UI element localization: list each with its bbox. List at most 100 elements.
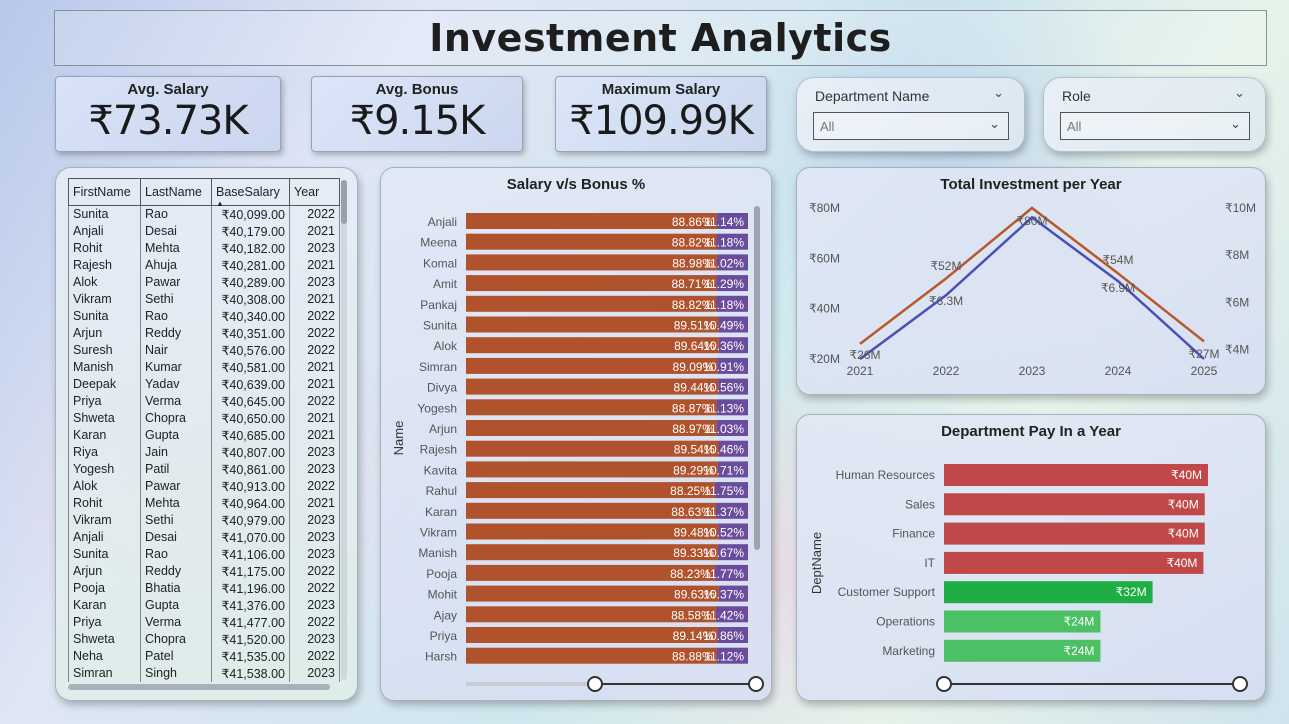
role-dropdown-value: All: [1067, 119, 1082, 134]
cell-lastname: Sethi: [140, 511, 212, 529]
column-header-firstname[interactable]: FirstName: [68, 178, 141, 206]
zoom-slider-handle-start[interactable]: [936, 676, 952, 692]
series-line-left[interactable]: [859, 206, 1205, 345]
cell-lastname: Desai: [140, 222, 212, 240]
column-header-basesalary[interactable]: BaseSalary ▲: [211, 178, 290, 208]
cell-year: 2023: [289, 545, 340, 563]
horizontal-scrollbar[interactable]: [68, 684, 330, 690]
avg-bonus-card[interactable]: Avg. Bonus ₹9.15K: [311, 76, 523, 152]
bonus-data-label: 11.42%: [704, 608, 744, 622]
cell-basesalary: ₹40,099.00: [211, 205, 290, 223]
table-row[interactable]: Priya Verma ₹40,645.00 2022: [68, 392, 340, 410]
table-row[interactable]: Shweta Chopra ₹40,650.00 2021: [68, 409, 340, 427]
table-row[interactable]: Shweta Chopra ₹41,520.00 2023: [68, 630, 340, 648]
table-row[interactable]: Simran Singh ₹41,538.00 2023: [68, 664, 340, 682]
table-row[interactable]: Alok Pawar ₹40,913.00 2022: [68, 477, 340, 495]
cell-firstname: Rohit: [68, 494, 141, 512]
cell-year: 2023: [289, 239, 340, 257]
column-header-lastname[interactable]: LastName: [140, 178, 212, 206]
department-bar[interactable]: [944, 493, 1205, 516]
department-data-label: ₹32M: [1116, 585, 1147, 599]
table-row[interactable]: Suresh Nair ₹40,576.00 2022: [68, 341, 340, 359]
zoom-slider-handle-start[interactable]: [587, 676, 603, 692]
table-row[interactable]: Alok Pawar ₹40,289.00 2023: [68, 273, 340, 291]
y-tick-label: Mohit: [428, 588, 458, 602]
table-row[interactable]: Karan Gupta ₹41,376.00 2023: [68, 596, 340, 614]
bonus-data-label: 11.14%: [704, 215, 744, 229]
cell-year: 2021: [289, 290, 340, 308]
table-row[interactable]: Pooja Bhatia ₹41,196.00 2022: [68, 579, 340, 597]
cell-year: 2021: [289, 494, 340, 512]
table-row[interactable]: Sunita Rao ₹40,340.00 2022: [68, 307, 340, 325]
cell-firstname: Riya: [68, 443, 141, 461]
cell-lastname: Chopra: [140, 630, 212, 648]
table-row[interactable]: Priya Verma ₹41,477.00 2022: [68, 613, 340, 631]
cell-year: 2022: [289, 579, 340, 597]
cell-year: 2021: [289, 426, 340, 444]
chevron-down-icon: ⌄: [1230, 117, 1241, 132]
table-row[interactable]: Vikram Sethi ₹40,308.00 2021: [68, 290, 340, 308]
table-row[interactable]: Rajesh Ahuja ₹40,281.00 2021: [68, 256, 340, 274]
cell-basesalary: ₹41,175.00: [211, 562, 290, 580]
bonus-data-label: 11.12%: [704, 650, 744, 664]
cell-lastname: Gupta: [140, 426, 212, 444]
role-dropdown[interactable]: All ⌄: [1060, 112, 1250, 140]
table-row[interactable]: Sunita Rao ₹40,099.00 2022: [68, 205, 340, 223]
table-row[interactable]: Deepak Yadav ₹40,639.00 2021: [68, 375, 340, 393]
y-left-tick-label: ₹60M: [809, 251, 840, 265]
vertical-scrollbar[interactable]: [341, 180, 347, 224]
table-row[interactable]: Riya Jain ₹40,807.00 2023: [68, 443, 340, 461]
table-row[interactable]: Karan Gupta ₹40,685.00 2021: [68, 426, 340, 444]
table-row[interactable]: Yogesh Patil ₹40,861.00 2023: [68, 460, 340, 478]
table-row[interactable]: Arjun Reddy ₹40,351.00 2022: [68, 324, 340, 342]
cell-lastname: Verma: [140, 392, 212, 410]
bonus-data-label: 11.03%: [704, 422, 744, 436]
cell-lastname: Jain: [140, 443, 212, 461]
avg-salary-card[interactable]: Avg. Salary ₹73.73K: [55, 76, 281, 152]
table-row[interactable]: Manish Kumar ₹40,581.00 2021: [68, 358, 340, 376]
bonus-data-label: 11.75%: [704, 484, 744, 498]
cell-basesalary: ₹40,179.00: [211, 222, 290, 240]
table-row[interactable]: Sunita Rao ₹41,106.00 2023: [68, 545, 340, 563]
chevron-down-icon[interactable]: ⌄: [1234, 86, 1245, 101]
sort-ascending-icon: ▲: [216, 199, 224, 208]
cell-lastname: Pawar: [140, 477, 212, 495]
department-bar[interactable]: [944, 464, 1208, 486]
y-right-tick-label: ₹8M: [1225, 248, 1249, 262]
y-tick-label: Ajay: [434, 608, 457, 622]
y-tick-label: Rahul: [426, 484, 457, 498]
cell-lastname: Rao: [140, 545, 212, 563]
table-row[interactable]: Arjun Reddy ₹41,175.00 2022: [68, 562, 340, 580]
chart-vertical-scrollbar[interactable]: [754, 206, 760, 550]
department-slicer-title: Department Name: [815, 88, 930, 104]
department-dropdown[interactable]: All ⌄: [813, 112, 1009, 140]
department-slicer[interactable]: Department Name ⌄ All ⌄: [796, 77, 1025, 152]
bonus-data-label: 10.91%: [703, 360, 744, 374]
column-header-year[interactable]: Year: [289, 178, 340, 206]
zoom-slider-handle-end[interactable]: [748, 676, 764, 692]
table-row[interactable]: Rohit Mehta ₹40,964.00 2021: [68, 494, 340, 512]
y-tick-label: Marketing: [882, 644, 935, 658]
department-bar[interactable]: [944, 551, 1204, 574]
table-row[interactable]: Vikram Sethi ₹40,979.00 2023: [68, 511, 340, 529]
y-tick-label: Alok: [434, 339, 458, 353]
zoom-slider-handle-end[interactable]: [1232, 676, 1248, 692]
cell-firstname: Arjun: [68, 562, 141, 580]
chevron-down-icon[interactable]: ⌄: [993, 86, 1004, 101]
table-row[interactable]: Anjali Desai ₹41,070.00 2023: [68, 528, 340, 546]
department-bar[interactable]: [944, 522, 1205, 545]
series-line-right[interactable]: [859, 215, 1205, 361]
table-row[interactable]: Anjali Desai ₹40,179.00 2021: [68, 222, 340, 240]
table-row[interactable]: Neha Patel ₹41,535.00 2022: [68, 647, 340, 665]
cell-basesalary: ₹41,477.00: [211, 613, 290, 631]
y-tick-label: Sales: [905, 497, 935, 511]
y-right-tick-label: ₹6M: [1225, 295, 1249, 309]
table-header-row: FirstName LastName BaseSalary ▲ Year: [68, 178, 340, 208]
cell-firstname: Simran: [68, 664, 141, 682]
vertical-scrollbar-track[interactable]: [341, 180, 347, 680]
cell-year: 2021: [289, 409, 340, 427]
max-salary-card[interactable]: Maximum Salary ₹109.99K: [555, 76, 767, 152]
role-slicer[interactable]: Role ⌄ All ⌄: [1043, 77, 1266, 152]
y-tick-label: Meena: [420, 236, 457, 250]
table-row[interactable]: Rohit Mehta ₹40,182.00 2023: [68, 239, 340, 257]
